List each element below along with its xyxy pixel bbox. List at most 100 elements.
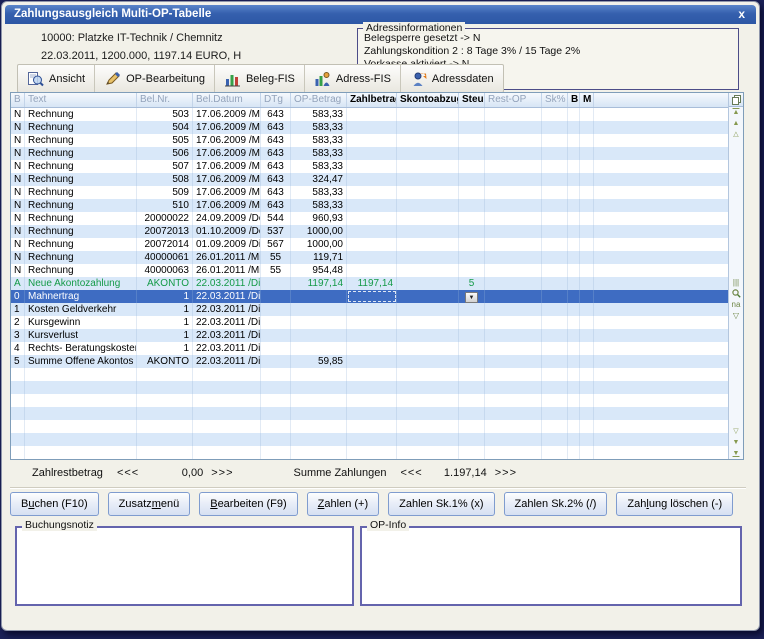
column-header-M[interactable]: M <box>580 93 594 107</box>
column-header-B[interactable]: B <box>11 93 25 107</box>
column-header-filler[interactable] <box>594 93 728 107</box>
cell <box>261 433 291 446</box>
buchungsnotiz-input[interactable] <box>17 528 352 604</box>
columns-icon[interactable]: ||| <box>729 277 743 288</box>
scroll-down-icon[interactable]: ▼ <box>729 437 743 448</box>
table-row[interactable]: NRechnung2000002224.09.2009 /Do544960,93 <box>11 212 728 225</box>
cell <box>594 277 728 290</box>
cell <box>542 407 568 420</box>
tab-adressdaten[interactable]: Adressdaten <box>401 65 503 92</box>
column-header-Text[interactable]: Text <box>25 93 137 107</box>
steuer-dropdown-icon[interactable]: ▼ <box>465 292 478 303</box>
column-header-B[interactable]: B <box>568 93 580 107</box>
cell <box>459 238 485 251</box>
table-row[interactable]: ANeue AkontozahlungAKONTO22.03.2011 /Di1… <box>11 277 728 290</box>
cell <box>594 407 728 420</box>
cell: AKONTO <box>137 355 193 368</box>
table-row[interactable]: NRechnung50517.06.2009 /Mi643583,33 <box>11 134 728 147</box>
column-header-Zahlbetrag[interactable]: Zahlbetrag <box>347 93 397 107</box>
table-row[interactable]: 2Kursgewinn122.03.2011 /Di <box>11 316 728 329</box>
table-row[interactable]: NRechnung4000006326.01.2011 /Mi55954,48 <box>11 264 728 277</box>
table-row[interactable]: NRechnung2007201401.09.2009 /Di5671000,0… <box>11 238 728 251</box>
page-down-icon[interactable]: ▽ <box>729 426 743 437</box>
table-row[interactable]: 1Kosten Geldverkehr122.03.2011 /Di <box>11 303 728 316</box>
cell <box>25 446 137 459</box>
column-header-Steue[interactable]: Steue <box>459 93 485 107</box>
button-bearbeiten-f9[interactable]: Bearbeiten (F9) <box>199 492 297 516</box>
scroll-bottom-icon[interactable]: ▼ <box>729 448 743 459</box>
tab-beleg-fis[interactable]: Beleg-FIS <box>215 65 305 92</box>
table-row[interactable]: NRechnung51017.06.2009 /Mi643583,33 <box>11 199 728 212</box>
tab-adress-fis[interactable]: Adress-FIS <box>305 65 401 92</box>
cell <box>594 264 728 277</box>
button-zahlen-sk-2[interactable]: Zahlen Sk.2% (/) <box>504 492 608 516</box>
column-header-DTg[interactable]: DTg <box>261 93 291 107</box>
cell <box>568 446 580 459</box>
tab-op-bearbeitung[interactable]: OP-Bearbeitung <box>95 65 215 92</box>
copy-icon[interactable] <box>729 93 743 107</box>
column-header-Rest-OP[interactable]: Rest-OP <box>485 93 542 107</box>
column-header-Bel.Nr.[interactable]: Bel.Nr. <box>137 93 193 107</box>
cell <box>459 264 485 277</box>
cell <box>459 212 485 225</box>
cell <box>397 147 459 160</box>
table-row[interactable]: NRechnung2007201301.10.2009 /Do5371000,0… <box>11 225 728 238</box>
table-row[interactable]: NRechnung50417.06.2009 /Mi643583,33 <box>11 121 728 134</box>
table-row[interactable]: 3Kursverlust122.03.2011 /Di <box>11 329 728 342</box>
tab-ansicht[interactable]: Ansicht <box>18 65 95 92</box>
page-up-icon[interactable]: △ <box>729 129 743 140</box>
cell <box>25 368 137 381</box>
filter-icon[interactable]: ▽ <box>729 310 743 321</box>
column-header-Sk%[interactable]: Sk% <box>542 93 568 107</box>
cell: 22.03.2011 /Di <box>193 355 261 368</box>
table-row[interactable]: NRechnung50817.06.2009 /Mi643324,47 <box>11 173 728 186</box>
cell <box>459 316 485 329</box>
cell <box>542 394 568 407</box>
scroll-up-icon[interactable]: ▲ <box>729 118 743 129</box>
bar-chart-icon <box>224 71 241 87</box>
table-row[interactable]: 5Summe Offene AkontosAKONTO22.03.2011 /D… <box>11 355 728 368</box>
column-header-OP-Betrag[interactable]: OP-Betrag <box>291 93 347 107</box>
cell: Rechnung <box>25 225 137 238</box>
table-row[interactable]: NRechnung50617.06.2009 /Mi643583,33 <box>11 147 728 160</box>
table-row[interactable]: NRechnung4000006126.01.2011 /Mi55119,71 <box>11 251 728 264</box>
button-zahlen-sk-1-x[interactable]: Zahlen Sk.1% (x) <box>388 492 494 516</box>
table-side-rail: ▲ ▲ △ ||| na ▽ ▽ ▼ ▼ <box>728 93 743 459</box>
cell <box>568 381 580 394</box>
scroll-top-icon[interactable]: ▲ <box>729 107 743 118</box>
button-zahlen[interactable]: Zahlen (+) <box>307 492 379 516</box>
search-icon[interactable] <box>729 288 743 299</box>
column-header-Bel.Datum[interactable]: Bel.Datum <box>193 93 261 107</box>
cell: 537 <box>261 225 291 238</box>
sum-icon[interactable]: na <box>729 299 743 310</box>
cell: 59,85 <box>291 355 347 368</box>
cell <box>542 433 568 446</box>
cell: 3 <box>11 329 25 342</box>
cell <box>397 277 459 290</box>
cell: 5 <box>11 355 25 368</box>
cell: 01.09.2009 /Di <box>193 238 261 251</box>
cell: 510 <box>137 199 193 212</box>
button-zahlung-löschen[interactable]: Zahlung löschen (-) <box>616 492 733 516</box>
op-info-area[interactable] <box>362 528 740 604</box>
table-row[interactable]: NRechnung50917.06.2009 /Mi643583,33 <box>11 186 728 199</box>
cell <box>594 238 728 251</box>
cell: 583,33 <box>291 160 347 173</box>
cell <box>347 199 397 212</box>
table-row[interactable]: NRechnung50317.06.2009 /Mi643583,33 <box>11 108 728 121</box>
table-row[interactable]: NRechnung50717.06.2009 /Mi643583,33 <box>11 160 728 173</box>
button-zusatzmenü[interactable]: Zusatzmenü <box>108 492 191 516</box>
cell <box>193 433 261 446</box>
cell <box>291 381 347 394</box>
cell <box>580 381 594 394</box>
cell: 643 <box>261 160 291 173</box>
cell: Rechnung <box>25 264 137 277</box>
table-row[interactable]: 0Mahnertrag122.03.2011 /Di▼ <box>11 290 728 303</box>
cell: 643 <box>261 108 291 121</box>
button-label: earbeiten (F9) <box>218 498 287 510</box>
button-buchen-f10[interactable]: Buchen (F10) <box>10 492 99 516</box>
column-header-Skontoabzug[interactable]: Skontoabzug <box>397 93 459 107</box>
table-row[interactable]: 4Rechts- Beratungskosten122.03.2011 /Di <box>11 342 728 355</box>
close-icon[interactable]: x <box>738 5 745 24</box>
cell <box>580 225 594 238</box>
